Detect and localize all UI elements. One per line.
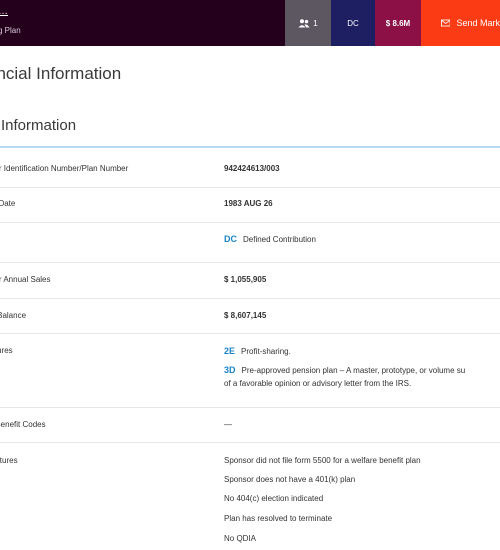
row-divider xyxy=(0,298,500,299)
feature-item: 2E Profit-sharing. xyxy=(224,346,291,357)
brand[interactable]: … g Plan xyxy=(0,6,21,36)
feature-code[interactable]: 3D xyxy=(224,365,236,375)
mail-icon xyxy=(441,19,451,27)
features-label: eatures xyxy=(0,346,13,355)
ein-value: 942424613/003 xyxy=(224,164,280,173)
plan-type-code[interactable]: DC xyxy=(224,234,237,244)
send-label: Send Mark xyxy=(456,18,500,28)
plan-type-badge[interactable]: DC xyxy=(331,0,375,46)
welfare-codes-value: — xyxy=(224,420,232,429)
users-icon xyxy=(298,18,310,27)
assets-badge[interactable]: $ 8.6M xyxy=(375,0,421,46)
plan-type-label: DC xyxy=(347,18,359,28)
other-feature-item: No 404(c) election indicated xyxy=(224,494,324,503)
other-feature-item: Sponsor did not file form 5500 for a wel… xyxy=(224,456,421,465)
page-title: ancial Information xyxy=(0,64,122,83)
row-divider xyxy=(0,262,500,263)
section-divider xyxy=(0,146,500,148)
annual-sales-label: oyer Annual Sales xyxy=(0,275,51,284)
welfare-codes-label: re Benefit Codes xyxy=(0,420,46,429)
effective-date-label: ive Date xyxy=(0,199,16,208)
row-divider xyxy=(0,187,500,188)
row-divider xyxy=(0,333,500,334)
other-feature-item: No QDIA xyxy=(224,534,257,543)
participants-count: 1 xyxy=(313,18,318,28)
feature-code[interactable]: 2E xyxy=(224,346,235,356)
feature-desc: Pre-approved pension plan – A master, pr… xyxy=(241,366,466,375)
ein-label: oyer Identification Number/Plan Number xyxy=(0,164,129,173)
section-title: ic Information xyxy=(0,117,77,134)
other-feature-item: Plan has resolved to terminate xyxy=(224,514,333,523)
brand-title[interactable]: … xyxy=(0,6,21,20)
other-features-label: Features xyxy=(0,456,18,465)
feature-desc-continued: of a favorable opinion or advisory lette… xyxy=(224,379,412,388)
row-divider xyxy=(0,442,500,443)
annual-sales-value: $ 1,055,905 xyxy=(224,275,267,284)
assets-value: $ 8.6M xyxy=(385,18,411,28)
send-button[interactable]: Send Mark xyxy=(421,0,500,46)
row-divider xyxy=(0,222,500,223)
plan-type-desc: Defined Contribution xyxy=(243,235,316,244)
feature-item: 3D Pre-approved pension plan – A master, … xyxy=(224,365,465,376)
other-feature-item: Sponsor does not have a 401(k) plan xyxy=(224,475,356,484)
row-divider xyxy=(0,407,500,408)
brand-subtitle: g Plan xyxy=(0,26,21,35)
feature-desc: Profit-sharing. xyxy=(241,347,291,356)
participants-badge[interactable]: 1 xyxy=(285,0,331,46)
balance-value: $ 8,607,145 xyxy=(224,311,267,320)
effective-date-value: 1983 AUG 26 xyxy=(224,199,273,208)
plan-type-value: DC Defined Contribution xyxy=(224,234,316,245)
balance-label: ge Balance xyxy=(0,311,27,320)
top-bar: … g Plan 1 DC $ 8.6M Send Mark xyxy=(0,0,500,46)
